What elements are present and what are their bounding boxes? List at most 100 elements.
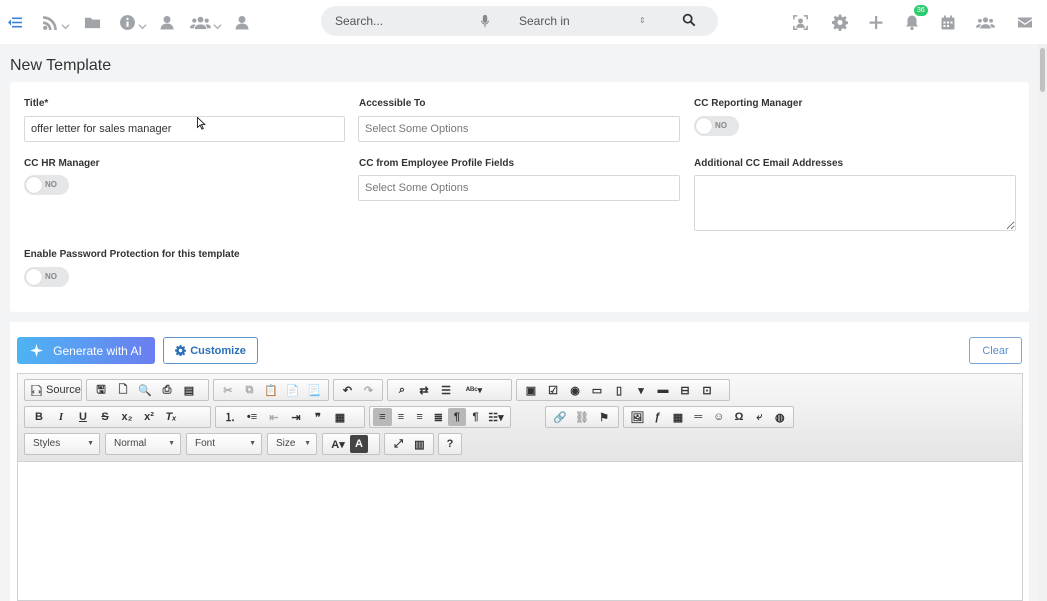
remove-format-icon[interactable]: Tₓ bbox=[160, 408, 182, 426]
text-color-icon[interactable]: A▾ bbox=[326, 435, 350, 453]
help-icon[interactable]: ? bbox=[442, 435, 458, 453]
search-scope-select[interactable]: Search in bbox=[519, 14, 570, 28]
ltr-direction-icon[interactable]: ¶ bbox=[447, 408, 467, 426]
new-page-icon[interactable]: 🗋 bbox=[112, 381, 134, 399]
cc-hr-manager-toggle[interactable]: NO bbox=[24, 175, 69, 195]
textarea-icon[interactable]: ▯ bbox=[608, 381, 630, 399]
print-icon[interactable]: ⎙ bbox=[156, 381, 178, 399]
radio-icon[interactable]: ◉ bbox=[564, 381, 586, 399]
search-icon[interactable] bbox=[682, 13, 696, 30]
button-field-icon[interactable]: ▬ bbox=[652, 381, 674, 399]
align-center-icon[interactable]: ≡ bbox=[392, 408, 411, 426]
checkbox-icon[interactable]: ☑ bbox=[542, 381, 564, 399]
spellcheck-icon[interactable]: ᴬᴮᶜ▾ bbox=[457, 381, 491, 399]
undo-icon[interactable]: ↶ bbox=[337, 381, 358, 399]
replace-icon[interactable]: ⇄ bbox=[413, 381, 435, 399]
styles-dropdown[interactable]: Styles ▼ bbox=[24, 433, 100, 455]
language-icon[interactable]: ☷▾ bbox=[485, 408, 507, 426]
image-button-icon[interactable]: ⊟ bbox=[674, 381, 696, 399]
page-scrollbar-thumb[interactable] bbox=[1040, 48, 1045, 92]
format-dropdown[interactable]: Normal ▼ bbox=[105, 433, 181, 455]
align-left-icon[interactable]: ≡ bbox=[373, 408, 392, 426]
select-all-icon[interactable]: ☰ bbox=[435, 381, 457, 399]
special-char-icon[interactable]: Ω bbox=[729, 408, 749, 426]
user-icon[interactable] bbox=[159, 0, 175, 44]
menu-toggle-icon[interactable] bbox=[7, 0, 23, 44]
strikethrough-icon[interactable]: S bbox=[94, 408, 116, 426]
rtl-direction-icon[interactable]: ¶ bbox=[466, 408, 485, 426]
div-container-icon[interactable]: ▦ bbox=[329, 408, 351, 426]
blockquote-icon[interactable]: ❞ bbox=[307, 408, 329, 426]
calendar-icon[interactable] bbox=[940, 0, 956, 44]
anchor-icon[interactable]: ⚑ bbox=[593, 408, 615, 426]
find-icon[interactable]: ⌕ bbox=[391, 381, 413, 399]
bold-icon[interactable]: B bbox=[28, 408, 50, 426]
underline-icon[interactable]: U bbox=[72, 408, 94, 426]
paste-word-icon[interactable]: 📃 bbox=[303, 381, 325, 399]
cut-icon[interactable]: ✂ bbox=[217, 381, 239, 399]
title-field[interactable] bbox=[24, 116, 345, 142]
redo-icon[interactable]: ↷ bbox=[358, 381, 379, 399]
size-dropdown[interactable]: Size ▼ bbox=[267, 433, 317, 455]
caret-down-icon: ▼ bbox=[87, 440, 94, 447]
text-field-icon[interactable]: ▭ bbox=[586, 381, 608, 399]
cc-reporting-manager-toggle[interactable]: NO bbox=[694, 116, 739, 136]
clear-button[interactable]: Clear bbox=[969, 337, 1022, 364]
image-icon[interactable]: 🖼 bbox=[627, 408, 647, 426]
show-blocks-icon[interactable]: ▥ bbox=[409, 435, 430, 453]
info-icon[interactable] bbox=[117, 0, 149, 44]
bulleted-list-icon[interactable]: •≡ bbox=[241, 408, 263, 426]
page-scrollbar[interactable] bbox=[1038, 44, 1047, 601]
outdent-icon[interactable]: ⇤ bbox=[263, 408, 285, 426]
toggle-knob bbox=[26, 177, 42, 193]
indent-icon[interactable]: ⇥ bbox=[285, 408, 307, 426]
horizontal-rule-icon[interactable]: ═ bbox=[688, 408, 708, 426]
table-icon[interactable]: ▦ bbox=[668, 408, 688, 426]
copy-icon[interactable]: ⧉ bbox=[239, 381, 261, 399]
profile-icon[interactable] bbox=[234, 0, 250, 44]
save-icon[interactable]: 🖫 bbox=[90, 381, 112, 399]
subscript-icon[interactable]: x₂ bbox=[116, 408, 138, 426]
accessible-to-label: Accessible To bbox=[359, 98, 426, 109]
people-icon[interactable] bbox=[975, 0, 995, 44]
editor-content-area[interactable] bbox=[18, 463, 1022, 600]
mail-icon[interactable] bbox=[1017, 0, 1033, 44]
justify-icon[interactable]: ≣ bbox=[429, 408, 448, 426]
background-color-icon[interactable]: A bbox=[350, 435, 368, 453]
superscript-icon[interactable]: x² bbox=[138, 408, 160, 426]
rss-icon[interactable] bbox=[41, 0, 71, 44]
source-button[interactable]: Source bbox=[28, 384, 84, 396]
font-dropdown[interactable]: Font ▼ bbox=[186, 433, 262, 455]
gear-icon[interactable] bbox=[832, 0, 848, 44]
face-scan-icon[interactable] bbox=[792, 0, 809, 44]
chevron-down-icon bbox=[61, 18, 70, 29]
preview-icon[interactable]: 🔍 bbox=[134, 381, 156, 399]
team-icon[interactable] bbox=[189, 0, 223, 44]
page-break-icon[interactable]: ⤶ bbox=[749, 408, 769, 426]
customize-button[interactable]: Customize bbox=[163, 337, 258, 364]
italic-icon[interactable]: I bbox=[50, 408, 72, 426]
paste-icon[interactable]: 📋 bbox=[260, 381, 282, 399]
accessible-to-select[interactable] bbox=[358, 116, 680, 142]
password-protection-toggle[interactable]: NO bbox=[24, 267, 69, 287]
align-right-icon[interactable]: ≡ bbox=[410, 408, 429, 426]
plus-icon[interactable] bbox=[868, 0, 884, 44]
form-icon[interactable]: ▣ bbox=[520, 381, 542, 399]
paste-text-icon[interactable]: 📄 bbox=[282, 381, 304, 399]
smiley-icon[interactable]: ☺ bbox=[709, 408, 729, 426]
generate-with-ai-button[interactable]: Generate with AI bbox=[17, 337, 155, 364]
search-input[interactable] bbox=[335, 6, 475, 36]
maximize-icon[interactable]: ⤢ bbox=[388, 435, 409, 453]
unlink-icon[interactable]: ⛓ bbox=[571, 408, 593, 426]
flash-icon[interactable]: ƒ bbox=[647, 408, 667, 426]
numbered-list-icon[interactable]: ⒈ bbox=[219, 408, 241, 426]
templates-icon[interactable]: ▤ bbox=[178, 381, 200, 399]
link-icon[interactable]: 🔗 bbox=[549, 408, 571, 426]
cc-profile-fields-select[interactable] bbox=[358, 175, 680, 201]
folder-icon[interactable] bbox=[83, 0, 101, 44]
microphone-icon[interactable] bbox=[479, 14, 491, 31]
iframe-icon[interactable]: ◍ bbox=[770, 408, 790, 426]
select-field-icon[interactable]: ▾ bbox=[630, 381, 652, 399]
hidden-field-icon[interactable]: ⊡ bbox=[696, 381, 718, 399]
additional-cc-textarea[interactable] bbox=[694, 175, 1016, 231]
